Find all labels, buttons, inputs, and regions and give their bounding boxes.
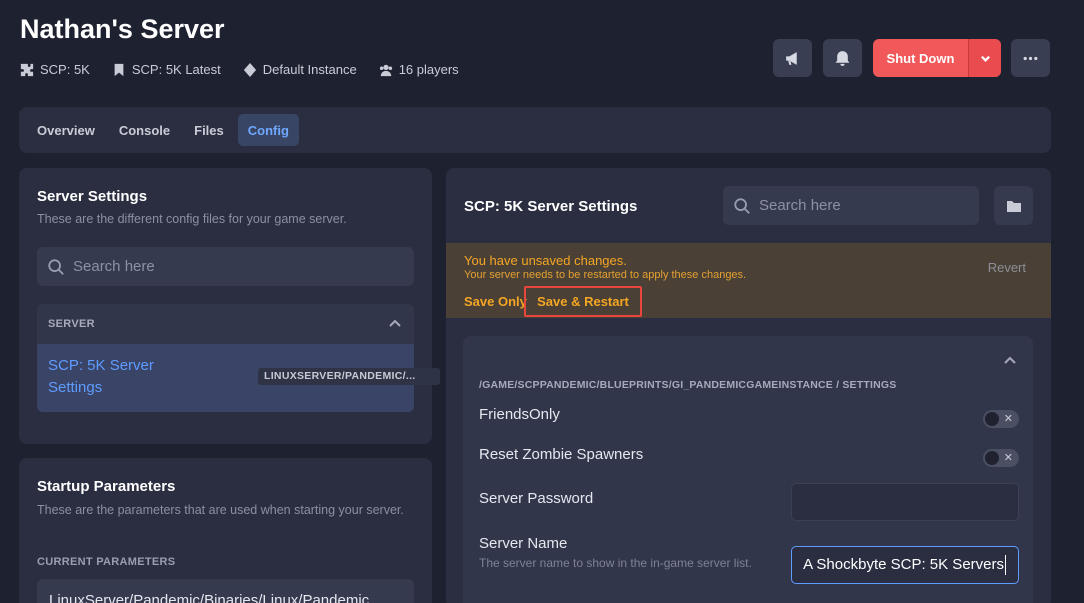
announce-button[interactable] bbox=[773, 39, 812, 77]
meta-instance-label: Default Instance bbox=[262, 62, 357, 77]
config-search-placeholder: Search here bbox=[73, 258, 155, 275]
diamond-icon bbox=[243, 62, 256, 77]
server-meta: SCP: 5K SCP: 5K Latest Default Instance … bbox=[20, 62, 459, 77]
open-file-button[interactable] bbox=[994, 186, 1033, 225]
more-options-button[interactable] bbox=[1011, 39, 1050, 77]
server-group-label: SERVER bbox=[48, 318, 95, 330]
save-restart-button[interactable]: Save & Restart bbox=[524, 286, 642, 317]
friends-only-label: FriendsOnly bbox=[479, 406, 560, 423]
startup-title: Startup Parameters bbox=[37, 478, 176, 495]
meta-game-label: SCP: 5K bbox=[40, 62, 90, 77]
chevron-down-icon bbox=[980, 55, 990, 62]
server-settings-subtitle: These are the different config files for… bbox=[37, 212, 347, 226]
startup-subtitle: These are the parameters that are used w… bbox=[37, 503, 404, 517]
text-cursor bbox=[1005, 555, 1006, 575]
tab-console[interactable]: Console bbox=[109, 114, 180, 146]
server-config-group: SERVER SCP: 5K Server Settings LINUXSERV… bbox=[37, 304, 440, 412]
server-password-label: Server Password bbox=[479, 490, 594, 507]
meta-instance: Default Instance bbox=[243, 62, 357, 77]
folder-icon bbox=[1006, 200, 1021, 212]
settings-search-placeholder: Search here bbox=[759, 197, 841, 214]
server-group-header[interactable]: SERVER bbox=[37, 304, 414, 344]
toggle-knob bbox=[985, 412, 999, 426]
current-parameters-label: CURRENT PARAMETERS bbox=[37, 556, 176, 568]
bell-icon bbox=[835, 50, 850, 66]
reset-zombie-label: Reset Zombie Spawners bbox=[479, 446, 644, 463]
close-icon: ✕ bbox=[1003, 413, 1013, 425]
config-editor-panel: SCP: 5K Server Settings Search here You … bbox=[446, 168, 1051, 603]
notifications-button[interactable] bbox=[823, 39, 862, 77]
close-icon: ✕ bbox=[1003, 452, 1013, 464]
save-only-button[interactable]: Save Only bbox=[464, 294, 527, 309]
meta-version: SCP: 5K Latest bbox=[112, 62, 221, 77]
server-name-value: A Shockbyte SCP: 5K Servers bbox=[803, 556, 1004, 573]
ellipsis-icon bbox=[1023, 56, 1038, 60]
server-settings-title: Server Settings bbox=[37, 188, 148, 205]
server-password-field[interactable] bbox=[791, 483, 1019, 521]
meta-game: SCP: 5K bbox=[20, 62, 90, 77]
config-search-input[interactable]: Search here bbox=[37, 247, 414, 286]
server-name-description: The server name to show in the in-game s… bbox=[479, 556, 752, 570]
puzzle-icon bbox=[20, 63, 34, 76]
server-name-field[interactable]: A Shockbyte SCP: 5K Servers bbox=[791, 546, 1019, 584]
search-icon bbox=[734, 197, 750, 214]
section-path: /GAME/SCPPANDEMIC/BLUEPRINTS/GI_PANDEMIC… bbox=[479, 379, 897, 391]
users-icon bbox=[379, 64, 392, 76]
tab-overview[interactable]: Overview bbox=[27, 114, 105, 146]
unsaved-changes-banner: You have unsaved changes. Your server ne… bbox=[446, 243, 1051, 318]
section-collapse-button[interactable] bbox=[1003, 354, 1017, 373]
toggle-knob bbox=[985, 451, 999, 465]
page-title: Nathan's Server bbox=[20, 14, 225, 44]
meta-players-label: 16 players bbox=[398, 62, 459, 77]
search-icon bbox=[48, 258, 64, 275]
unsaved-subtitle: Your server needs to be restarted to app… bbox=[464, 269, 747, 281]
config-editor-title: SCP: 5K Server Settings bbox=[464, 198, 638, 215]
unsaved-title: You have unsaved changes. bbox=[464, 253, 627, 268]
reset-zombie-toggle[interactable]: ✕ bbox=[983, 449, 1019, 467]
tab-config[interactable]: Config bbox=[237, 114, 299, 146]
server-name-label: Server Name bbox=[479, 535, 568, 552]
meta-players: 16 players bbox=[379, 62, 459, 77]
tab-files[interactable]: Files bbox=[184, 114, 234, 146]
current-parameters-field[interactable]: LinuxServer/Pandemic/Binaries/Linux/Pand… bbox=[37, 579, 414, 603]
config-file-item[interactable]: SCP: 5K Server Settings LINUXSERVER/PAND… bbox=[37, 344, 440, 412]
settings-search-input[interactable]: Search here bbox=[723, 186, 979, 225]
bookmark-icon bbox=[114, 63, 124, 76]
settings-section: /GAME/SCPPANDEMIC/BLUEPRINTS/GI_PANDEMIC… bbox=[463, 336, 1033, 603]
meta-version-label: SCP: 5K Latest bbox=[131, 62, 221, 77]
chevron-up-icon bbox=[389, 319, 401, 327]
shutdown-button[interactable]: Shut Down bbox=[873, 39, 968, 77]
chevron-up-icon bbox=[1004, 356, 1016, 364]
megaphone-icon bbox=[786, 51, 797, 65]
shutdown-dropdown-button[interactable] bbox=[968, 39, 1001, 77]
config-file-path: LINUXSERVER/PANDEMIC/... bbox=[258, 368, 440, 385]
shutdown-button-group: Shut Down bbox=[873, 39, 1001, 77]
friends-only-toggle[interactable]: ✕ bbox=[983, 410, 1019, 428]
config-file-name: SCP: 5K Server Settings bbox=[48, 357, 154, 396]
revert-button[interactable]: Revert bbox=[988, 260, 1026, 275]
tab-bar: Overview Console Files Config bbox=[19, 107, 1051, 153]
